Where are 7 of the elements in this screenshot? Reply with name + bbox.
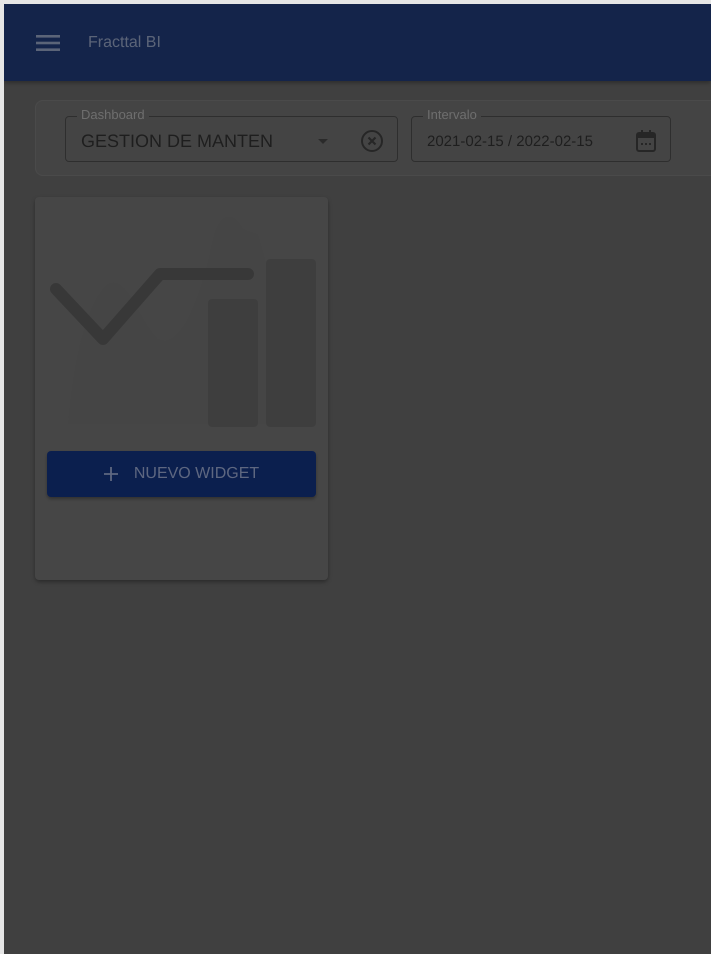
new-widget-button[interactable]: NUEVO WIDGET: [47, 451, 316, 497]
clear-icon[interactable]: [360, 129, 384, 153]
calendar-icon[interactable]: [635, 129, 657, 153]
app-title: Fracttal BI: [88, 34, 161, 52]
menu-icon[interactable]: [36, 34, 60, 52]
caret-icon: [318, 138, 328, 144]
plus-icon: [104, 467, 118, 481]
